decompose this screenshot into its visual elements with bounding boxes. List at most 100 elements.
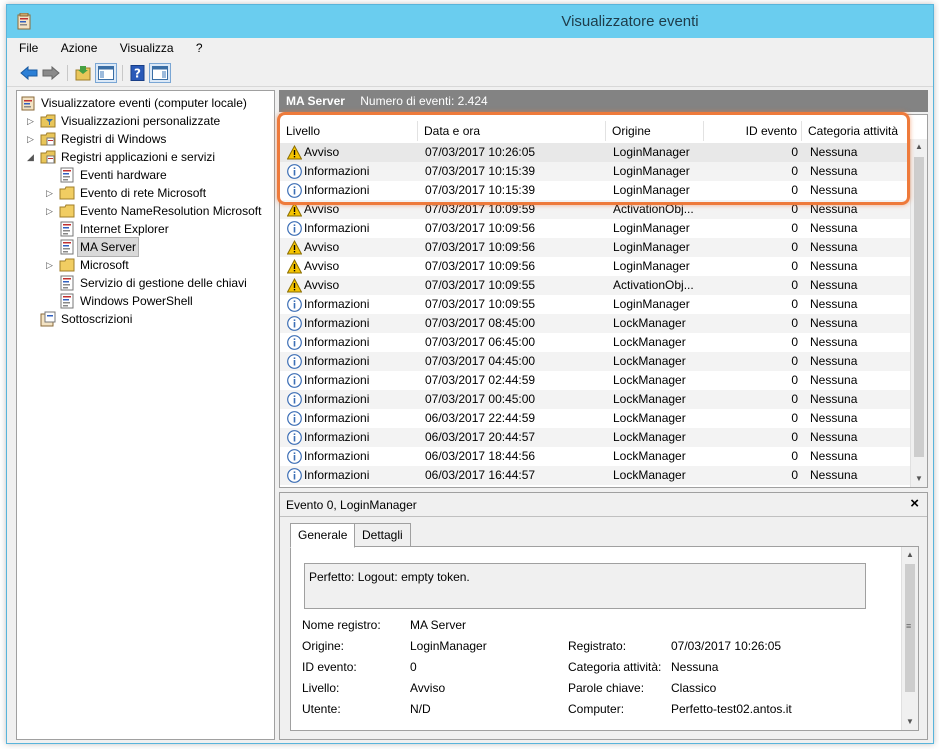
cell-category: Nessuna xyxy=(810,297,858,311)
field-value: Perfetto-test02.antos.it xyxy=(671,702,792,716)
table-row[interactable]: Informazioni 07/03/2017 04:45:00 LockManag… xyxy=(280,352,910,371)
table-row[interactable]: Avviso 07/03/2017 10:09:59 ActivationObj..… xyxy=(280,200,910,219)
collapse-arrow-icon[interactable]: ◢ xyxy=(27,148,37,166)
cell-category: Nessuna xyxy=(810,316,858,330)
expand-arrow-icon[interactable]: ▷ xyxy=(27,112,37,130)
table-row[interactable]: Informazioni 06/03/2017 20:44:57 LockManag… xyxy=(280,428,910,447)
field-label: Parole chiave: xyxy=(568,681,645,695)
show-hide-action-pane-icon xyxy=(152,66,168,80)
events-table[interactable]: Livello Data e ora Origine ID evento Cat… xyxy=(279,114,928,488)
cell-date: 07/03/2017 10:09:56 xyxy=(425,240,536,254)
menu-azione[interactable]: Azione xyxy=(54,38,105,58)
cell-category: Nessuna xyxy=(810,392,858,406)
show-hide-action-pane-button[interactable] xyxy=(149,63,171,83)
table-row[interactable]: Informazioni 06/03/2017 22:44:59 LockManag… xyxy=(280,409,910,428)
table-row[interactable]: Informazioni 07/03/2017 00:45:00 LockManag… xyxy=(280,390,910,409)
warning-icon xyxy=(287,240,302,255)
log-title: MA Server xyxy=(286,94,345,108)
table-row[interactable]: Informazioni 07/03/2017 02:44:59 LockManag… xyxy=(280,371,910,390)
cell-category: Nessuna xyxy=(810,259,858,273)
cell-event-id: 0 xyxy=(791,335,798,349)
cell-source: LoginManager xyxy=(613,164,690,178)
warning-icon xyxy=(287,278,302,293)
back-button[interactable] xyxy=(18,63,40,83)
cell-source: LoginManager xyxy=(613,183,690,197)
cell-date: 07/03/2017 10:09:56 xyxy=(425,221,536,235)
table-row[interactable]: Informazioni 07/03/2017 10:15:39 LoginMana… xyxy=(280,181,910,200)
table-row[interactable]: Avviso 07/03/2017 10:09:55 ActivationObj..… xyxy=(280,276,910,295)
table-row[interactable]: Informazioni 07/03/2017 10:15:39 LoginMana… xyxy=(280,162,910,181)
tree-item-label: Registri di Windows xyxy=(61,132,167,146)
expand-arrow-icon[interactable]: ▷ xyxy=(46,184,56,202)
tab-generale[interactable]: Generale xyxy=(290,523,356,548)
field-value: Avviso xyxy=(410,681,446,695)
column-header-origine[interactable]: Origine xyxy=(606,121,704,141)
close-icon[interactable]: × xyxy=(910,495,919,512)
event-description[interactable]: Perfetto: Logout: empty token. xyxy=(304,563,866,609)
cell-date: 07/03/2017 10:15:39 xyxy=(425,183,536,197)
scroll-up-icon[interactable]: ▲ xyxy=(911,139,927,155)
table-row[interactable]: Informazioni 07/03/2017 10:09:56 LoginMana… xyxy=(280,219,910,238)
menu-help[interactable]: ? xyxy=(189,38,210,58)
info-icon xyxy=(287,392,302,407)
column-header-id-evento[interactable]: ID evento xyxy=(704,121,802,141)
field-value: MA Server xyxy=(410,618,467,632)
expand-arrow-icon[interactable]: ▷ xyxy=(46,202,56,220)
table-row[interactable]: Informazioni 07/03/2017 10:09:55 LoginMana… xyxy=(280,295,910,314)
column-header-data-ora[interactable]: Data e ora xyxy=(418,121,606,141)
show-hide-pane-button[interactable] xyxy=(95,63,117,83)
cell-category: Nessuna xyxy=(810,430,858,444)
field-label: Origine: xyxy=(302,639,345,653)
log-icon xyxy=(60,221,74,237)
cell-level: Informazioni xyxy=(304,392,370,406)
cell-level: Informazioni xyxy=(304,411,370,425)
table-row[interactable]: Informazioni 06/03/2017 18:44:56 LockManag… xyxy=(280,447,910,466)
log-icon xyxy=(60,167,74,183)
cell-level: Informazioni xyxy=(304,316,370,330)
cell-date: 06/03/2017 18:44:56 xyxy=(425,449,536,463)
column-header-categoria[interactable]: Categoria attività xyxy=(802,121,910,141)
expand-arrow-icon[interactable]: ▷ xyxy=(27,130,37,148)
cell-source: LockManager xyxy=(613,430,686,444)
cell-level: Informazioni xyxy=(304,354,370,368)
table-row[interactable]: Avviso 07/03/2017 10:09:56 LoginManager 0 Ne… xyxy=(280,257,910,276)
info-icon xyxy=(287,430,302,445)
tree-item-label: Evento NameResolution Microsoft xyxy=(80,204,262,218)
scroll-thumb[interactable] xyxy=(914,157,924,457)
cell-category: Nessuna xyxy=(810,411,858,425)
menu-file[interactable]: File xyxy=(12,38,45,58)
navigation-tree[interactable]: Visualizzatore eventi (computer locale) ▷… xyxy=(16,90,275,740)
field-value: 07/03/2017 10:26:05 xyxy=(671,639,782,653)
events-scrollbar[interactable]: ▲ ▼ xyxy=(910,139,927,487)
cell-category: Nessuna xyxy=(810,373,858,387)
tab-dettagli[interactable]: Dettagli xyxy=(354,523,411,547)
cell-source: LockManager xyxy=(613,449,686,463)
scroll-up-icon[interactable]: ▲ xyxy=(902,547,918,563)
cell-event-id: 0 xyxy=(791,411,798,425)
tree-item-label: Microsoft xyxy=(80,258,129,272)
menu-visualizza[interactable]: Visualizza xyxy=(113,38,181,58)
cell-category: Nessuna xyxy=(810,183,858,197)
table-row[interactable]: Avviso 07/03/2017 10:09:56 LoginManager 0 Ne… xyxy=(280,238,910,257)
scroll-down-icon[interactable]: ▼ xyxy=(911,471,927,487)
tree-item-label: MA Server xyxy=(76,237,140,257)
open-log-button[interactable] xyxy=(72,63,94,83)
cell-event-id: 0 xyxy=(791,183,798,197)
table-row[interactable]: Avviso 07/03/2017 10:26:05 LoginManager 0 Ne… xyxy=(280,143,910,162)
cell-source: LockManager xyxy=(613,335,686,349)
info-icon xyxy=(287,316,302,331)
help-button[interactable]: ? xyxy=(127,63,149,83)
table-header: Livello Data e ora Origine ID evento Cat… xyxy=(280,121,910,141)
scroll-down-icon[interactable]: ▼ xyxy=(902,714,918,730)
detail-scrollbar[interactable]: ▲ ≡ ▼ xyxy=(901,547,918,730)
table-row[interactable]: Informazioni 06/03/2017 16:44:57 LockManag… xyxy=(280,466,910,485)
forward-button[interactable] xyxy=(40,63,62,83)
table-row[interactable]: Informazioni 07/03/2017 06:45:00 LockManag… xyxy=(280,333,910,352)
expand-arrow-icon[interactable]: ▷ xyxy=(46,256,56,274)
cell-event-id: 0 xyxy=(791,259,798,273)
column-header-livello[interactable]: Livello xyxy=(280,121,418,141)
cell-category: Nessuna xyxy=(810,449,858,463)
title-bar[interactable]: Visualizzatore eventi xyxy=(7,5,933,38)
table-row[interactable]: Informazioni 07/03/2017 08:45:00 LockManag… xyxy=(280,314,910,333)
detail-divider xyxy=(280,516,927,517)
